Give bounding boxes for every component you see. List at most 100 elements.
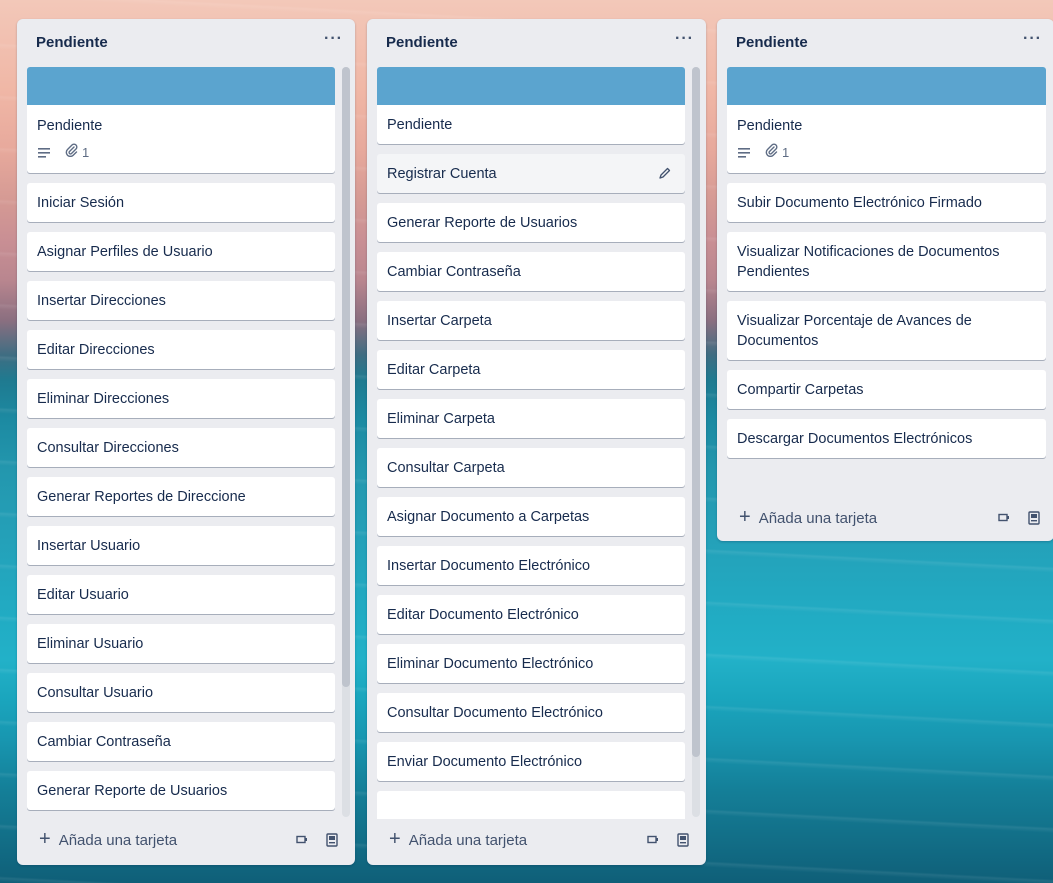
card-title: Pendiente bbox=[387, 117, 453, 133]
card-title: Generar Reporte de Usuarios bbox=[387, 215, 578, 231]
add-card-label: Añada una tarjeta bbox=[58, 831, 178, 849]
card-cover bbox=[27, 67, 335, 105]
pencil-icon[interactable] bbox=[658, 166, 671, 186]
card[interactable]: Consultar Usuario bbox=[27, 673, 335, 712]
card[interactable]: Consultar Documento Electrónico bbox=[377, 693, 685, 732]
list-header: Pendiente ··· bbox=[17, 19, 355, 65]
card-title: Consultar Usuario bbox=[37, 685, 154, 701]
card[interactable]: Cambiar Contraseña bbox=[377, 252, 685, 291]
card-title: Enviar Documento Electrónico bbox=[387, 754, 583, 770]
card-with-cover[interactable]: Pendiente 1 bbox=[27, 67, 335, 173]
attachment-badge: 1 bbox=[65, 143, 89, 163]
card-with-cover[interactable]: Pendiente 1 bbox=[727, 67, 1046, 173]
card[interactable]: Insertar Direcciones bbox=[27, 281, 335, 320]
card-template-icon[interactable] bbox=[998, 513, 1010, 523]
list-title[interactable]: Pendiente bbox=[36, 34, 108, 51]
card[interactable]: Eliminar Documento Electrónico bbox=[377, 644, 685, 683]
card[interactable]: Generar Reporte de Usuarios bbox=[377, 203, 685, 242]
card[interactable]: Insertar Carpeta bbox=[377, 301, 685, 340]
card[interactable]: Subir Documento Electrónico Firmado bbox=[727, 183, 1046, 222]
card-badges: 1 bbox=[737, 143, 1036, 163]
card-title: Consultar Documento Electrónico bbox=[387, 705, 603, 721]
card-title bbox=[377, 791, 685, 819]
card-list: Pendiente 1 Subir Documento Electrónico … bbox=[727, 67, 1046, 495]
card[interactable]: Generar Reporte de Usuarios bbox=[27, 771, 335, 810]
card[interactable]: Editar Documento Electrónico bbox=[377, 595, 685, 634]
list-scrollbar[interactable] bbox=[692, 67, 700, 817]
list-menu-button[interactable]: ··· bbox=[1023, 31, 1042, 53]
list-header: Pendiente ··· bbox=[367, 19, 706, 65]
card[interactable]: Visualizar Porcentaje de Avances de Docu… bbox=[727, 301, 1046, 360]
card-title: Editar Direcciones bbox=[37, 342, 155, 358]
card[interactable]: Consultar Direcciones bbox=[27, 428, 335, 467]
card[interactable]: Editar Direcciones bbox=[27, 330, 335, 369]
archive-icon[interactable] bbox=[1028, 511, 1040, 525]
card[interactable]: Eliminar Usuario bbox=[27, 624, 335, 663]
card-title: Asignar Perfiles de Usuario bbox=[37, 244, 213, 260]
plus-icon: + bbox=[39, 828, 51, 850]
add-card-button[interactable]: + Añada una tarjeta bbox=[739, 506, 980, 528]
list-footer: + Añada una tarjeta bbox=[717, 497, 1053, 541]
card-title: Pendiente bbox=[737, 118, 803, 134]
card-title: Asignar Documento a Carpetas bbox=[387, 509, 590, 525]
card[interactable]: Visualizar Notificaciones de Documentos … bbox=[727, 232, 1046, 291]
list-menu-button[interactable]: ··· bbox=[675, 31, 694, 53]
card-title: Insertar Direcciones bbox=[37, 293, 166, 309]
plus-icon: + bbox=[739, 506, 751, 528]
card[interactable]: Eliminar Direcciones bbox=[27, 379, 335, 418]
add-card-label: Añada una tarjeta bbox=[408, 831, 528, 849]
card-title: Generar Reportes de Direccione bbox=[37, 489, 246, 505]
card-list: Pendiente Registrar Cuenta Generar Repor… bbox=[377, 67, 685, 819]
description-icon bbox=[737, 147, 751, 159]
card-title: Cambiar Contraseña bbox=[387, 264, 521, 280]
card-template-icon[interactable] bbox=[647, 835, 659, 845]
list-menu-button[interactable]: ··· bbox=[324, 31, 343, 53]
card[interactable]: Generar Reportes de Direccione bbox=[27, 477, 335, 516]
card-title: Consultar Carpeta bbox=[387, 460, 505, 476]
card-title: Iniciar Sesión bbox=[37, 195, 125, 211]
add-card-button[interactable]: + Añada una tarjeta bbox=[39, 828, 278, 850]
card-title: Editar Documento Electrónico bbox=[387, 607, 579, 623]
board: Pendiente ··· Pendiente 1 Iniciar Sesión… bbox=[0, 0, 1053, 883]
card-cover bbox=[727, 67, 1046, 105]
card-title: Visualizar Porcentaje de Avances de Docu… bbox=[737, 313, 972, 349]
card[interactable]: Insertar Usuario bbox=[27, 526, 335, 565]
card[interactable]: Compartir Carpetas bbox=[727, 370, 1046, 409]
scrollbar-thumb[interactable] bbox=[692, 67, 700, 757]
card-title: Registrar Cuenta bbox=[387, 166, 497, 182]
card-badges: 1 bbox=[37, 143, 325, 163]
card[interactable]: Enviar Documento Electrónico bbox=[377, 742, 685, 781]
card[interactable]: Descargar Documentos Electrónicos bbox=[727, 419, 1046, 458]
card-template-icon[interactable] bbox=[296, 835, 308, 845]
card[interactable] bbox=[377, 791, 685, 819]
description-icon bbox=[37, 147, 51, 159]
list-header: Pendiente ··· bbox=[717, 19, 1053, 65]
add-card-button[interactable]: + Añada una tarjeta bbox=[389, 829, 629, 849]
card-title: Visualizar Notificaciones de Documentos … bbox=[737, 244, 1000, 280]
archive-icon[interactable] bbox=[677, 833, 689, 847]
card[interactable]: Insertar Documento Electrónico bbox=[377, 546, 685, 585]
list-scrollbar[interactable] bbox=[342, 67, 350, 817]
card[interactable]: Eliminar Carpeta bbox=[377, 399, 685, 438]
attachment-count: 1 bbox=[782, 145, 790, 160]
card-cover bbox=[377, 67, 685, 105]
list-title[interactable]: Pendiente bbox=[386, 34, 458, 51]
card[interactable]: Editar Carpeta bbox=[377, 350, 685, 389]
card[interactable]: Editar Usuario bbox=[27, 575, 335, 614]
card-with-cover[interactable]: Pendiente bbox=[377, 67, 685, 144]
card[interactable]: Iniciar Sesión bbox=[27, 183, 335, 222]
scrollbar-thumb[interactable] bbox=[342, 67, 350, 687]
card[interactable]: Asignar Documento a Carpetas bbox=[377, 497, 685, 536]
card-title: Eliminar Documento Electrónico bbox=[387, 656, 594, 672]
card[interactable]: Cambiar Contraseña bbox=[27, 722, 335, 761]
card-title: Editar Usuario bbox=[37, 587, 129, 603]
archive-icon[interactable] bbox=[326, 833, 338, 847]
card-title: Generar Reporte de Usuarios bbox=[37, 783, 228, 799]
card[interactable]: Asignar Perfiles de Usuario bbox=[27, 232, 335, 271]
card-title: Eliminar Usuario bbox=[37, 636, 144, 652]
list-title[interactable]: Pendiente bbox=[736, 34, 808, 51]
add-card-label: Añada una tarjeta bbox=[758, 509, 878, 527]
card-hovered[interactable]: Registrar Cuenta bbox=[377, 154, 685, 193]
card[interactable]: Consultar Carpeta bbox=[377, 448, 685, 487]
attachment-count: 1 bbox=[82, 145, 90, 160]
